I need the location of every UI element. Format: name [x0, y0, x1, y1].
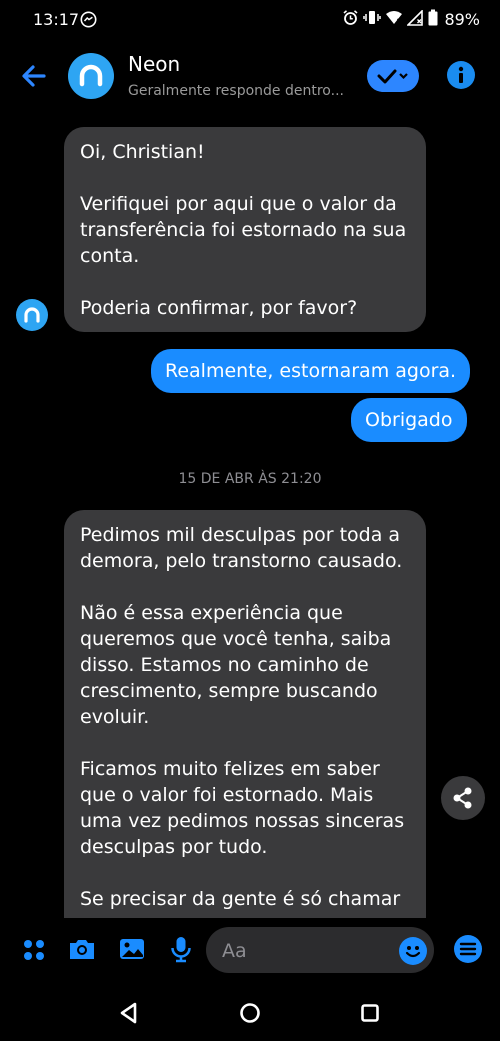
- outgoing-message[interactable]: Realmente, estornaram agora.: [151, 349, 471, 393]
- sender-avatar[interactable]: [16, 299, 48, 331]
- image-icon: [120, 939, 144, 959]
- outgoing-message[interactable]: Obrigado: [351, 398, 467, 442]
- info-icon: [458, 66, 464, 83]
- battery-percentage: 89%: [444, 10, 480, 29]
- status-bar: 13:17 89%: [0, 0, 500, 40]
- triangle-back-icon: [120, 1002, 137, 1024]
- check-icon: [377, 69, 408, 84]
- message-input-container[interactable]: [206, 927, 434, 973]
- chat-header: Neon Geralmente responde dentro...: [0, 40, 500, 112]
- camera-icon: [70, 940, 94, 959]
- info-button[interactable]: [447, 61, 475, 89]
- incoming-message[interactable]: Oi, Christian! Verifiquei por aqui que o…: [64, 127, 426, 332]
- message-paragraph: Oi, Christian!: [80, 141, 205, 163]
- vibrate-icon: [363, 9, 382, 30]
- arrow-left-icon: [22, 65, 46, 87]
- menu-icon: [454, 935, 482, 963]
- wifi-icon: [385, 10, 403, 30]
- gallery-button[interactable]: [117, 934, 147, 964]
- composer-bar: [0, 918, 500, 984]
- alarm-icon: [342, 9, 359, 30]
- voice-button[interactable]: [166, 934, 196, 964]
- message-paragraph: Não é essa experiência que queremos que …: [80, 602, 392, 728]
- share-icon: [453, 787, 472, 809]
- menu-button[interactable]: [453, 934, 483, 964]
- system-navigation-bar: [0, 984, 500, 1041]
- contact-avatar[interactable]: [68, 53, 114, 99]
- mark-done-button[interactable]: [367, 60, 419, 92]
- message-paragraph: Poderia confirmar, por favor?: [80, 297, 358, 319]
- emoji-button[interactable]: [399, 937, 427, 965]
- incoming-message[interactable]: Pedimos mil desculpas por toda a demora,…: [64, 510, 426, 920]
- more-button[interactable]: [19, 934, 49, 964]
- status-time: 13:17: [33, 10, 80, 29]
- status-icons: 89%: [342, 8, 480, 30]
- square-recents-icon: [361, 1004, 379, 1022]
- messenger-notification-icon: [80, 11, 97, 32]
- back-button[interactable]: [18, 60, 50, 92]
- share-button[interactable]: [441, 776, 485, 820]
- contact-name[interactable]: Neon: [128, 52, 180, 76]
- emoji-icon: [405, 946, 421, 958]
- neon-logo-icon: [79, 64, 103, 87]
- grid-dots-icon: [24, 940, 44, 960]
- signal-icon: [406, 8, 424, 30]
- message-paragraph: Verifiquei por aqui que o valor da trans…: [80, 193, 407, 267]
- microphone-icon: [171, 937, 191, 963]
- contact-subtitle: Geralmente responde dentro...: [128, 83, 344, 99]
- camera-button[interactable]: [67, 934, 97, 964]
- message-timestamp: 15 DE ABR ÀS 21:20: [178, 471, 322, 487]
- message-input[interactable]: [220, 937, 394, 965]
- circle-home-icon: [240, 1003, 260, 1023]
- nav-back-button[interactable]: [112, 996, 146, 1030]
- message-paragraph: Ficamos muito felizes em saber que o val…: [80, 758, 405, 858]
- message-paragraph: Pedimos mil desculpas por toda a demora,…: [80, 524, 403, 572]
- battery-icon: [428, 9, 438, 30]
- nav-recents-button[interactable]: [353, 996, 387, 1030]
- nav-home-button[interactable]: [233, 996, 267, 1030]
- neon-logo-icon: [24, 307, 40, 323]
- message-paragraph: Se precisar da gente é só chamar: [80, 888, 401, 910]
